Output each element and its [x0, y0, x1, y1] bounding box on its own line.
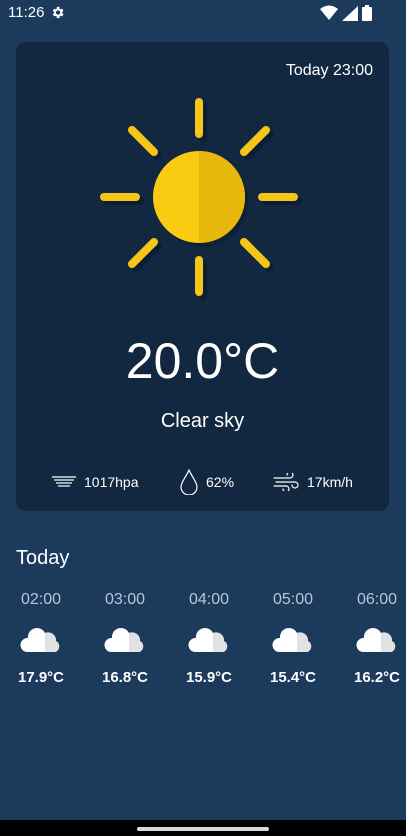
- hourly-forecast-list[interactable]: 02:00 17.9°C 03:00 16.8°C 04:00 15.9°C 0…: [0, 588, 406, 708]
- cloud-icon: [20, 628, 60, 652]
- hour-time: 06:00: [356, 591, 398, 608]
- pressure-icon: [52, 476, 76, 487]
- hour-temperature: 16.8°C: [101, 669, 149, 686]
- current-temperature: 20.0°C: [125, 333, 280, 389]
- current-condition: Clear sky: [160, 410, 245, 432]
- status-icons: [320, 5, 380, 21]
- pressure-value: 1017hpa: [84, 474, 139, 490]
- status-time: 11:26: [8, 4, 45, 21]
- current-weather-card: Today 23:00 20.0°C Clear sky 1017hpa 62%…: [16, 42, 389, 511]
- wind-value: 17km/h: [307, 474, 353, 490]
- hour-time: 03:00: [104, 591, 146, 608]
- hour-time: 05:00: [272, 591, 314, 608]
- current-datetime: Today 23:00: [285, 62, 373, 79]
- hour-time: 02:00: [20, 591, 62, 608]
- cloud-icon: [188, 628, 228, 652]
- cloud-icon: [104, 628, 144, 652]
- wifi-icon: [320, 5, 338, 20]
- signal-icon: [342, 6, 358, 21]
- hourly-item[interactable]: 03:00 16.8°C: [90, 588, 160, 686]
- hour-temperature: 15.9°C: [185, 669, 233, 686]
- battery-icon: [362, 5, 372, 21]
- sun-icon: [100, 98, 302, 300]
- forecast-title: Today: [16, 547, 70, 569]
- hourly-item[interactable]: 05:00 15.4°C: [258, 588, 328, 686]
- hour-time: 04:00: [188, 591, 230, 608]
- hourly-item[interactable]: 06:00 16.2°C: [342, 588, 406, 686]
- hourly-item[interactable]: 02:00 17.9°C: [6, 588, 76, 686]
- droplet-icon: [180, 469, 198, 495]
- hour-temperature: 17.9°C: [17, 669, 65, 686]
- cloud-icon: [356, 628, 396, 652]
- wind-metric: 17km/h: [273, 470, 353, 494]
- humidity-value: 62%: [206, 474, 235, 490]
- home-gesture-handle[interactable]: [137, 827, 269, 831]
- hour-temperature: 15.4°C: [269, 669, 317, 686]
- pressure-metric: 1017hpa: [52, 470, 139, 494]
- hour-temperature: 16.2°C: [353, 669, 401, 686]
- status-bar: 11:26: [0, 0, 406, 26]
- hourly-item[interactable]: 04:00 15.9°C: [174, 588, 244, 686]
- cloud-icon: [272, 628, 312, 652]
- navigation-bar: [0, 820, 406, 836]
- humidity-metric: 62%: [180, 469, 235, 495]
- wind-icon: [273, 473, 299, 491]
- gear-icon: [52, 6, 64, 19]
